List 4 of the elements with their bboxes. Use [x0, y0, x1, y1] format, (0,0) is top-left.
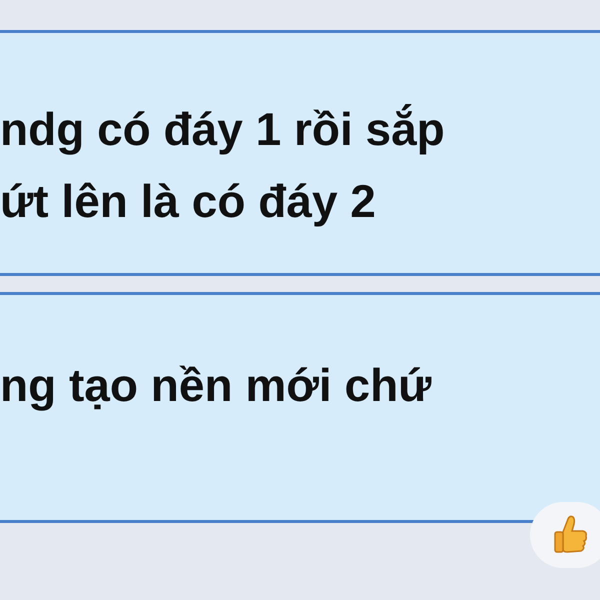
message-text: ndg có đáy 1 rồi sắp [0, 102, 445, 157]
reaction-pill[interactable] [530, 502, 600, 568]
message-text: ứt lên là có đáy 2 [0, 174, 376, 229]
message-text: ng tạo nền mới chứ [0, 358, 432, 413]
